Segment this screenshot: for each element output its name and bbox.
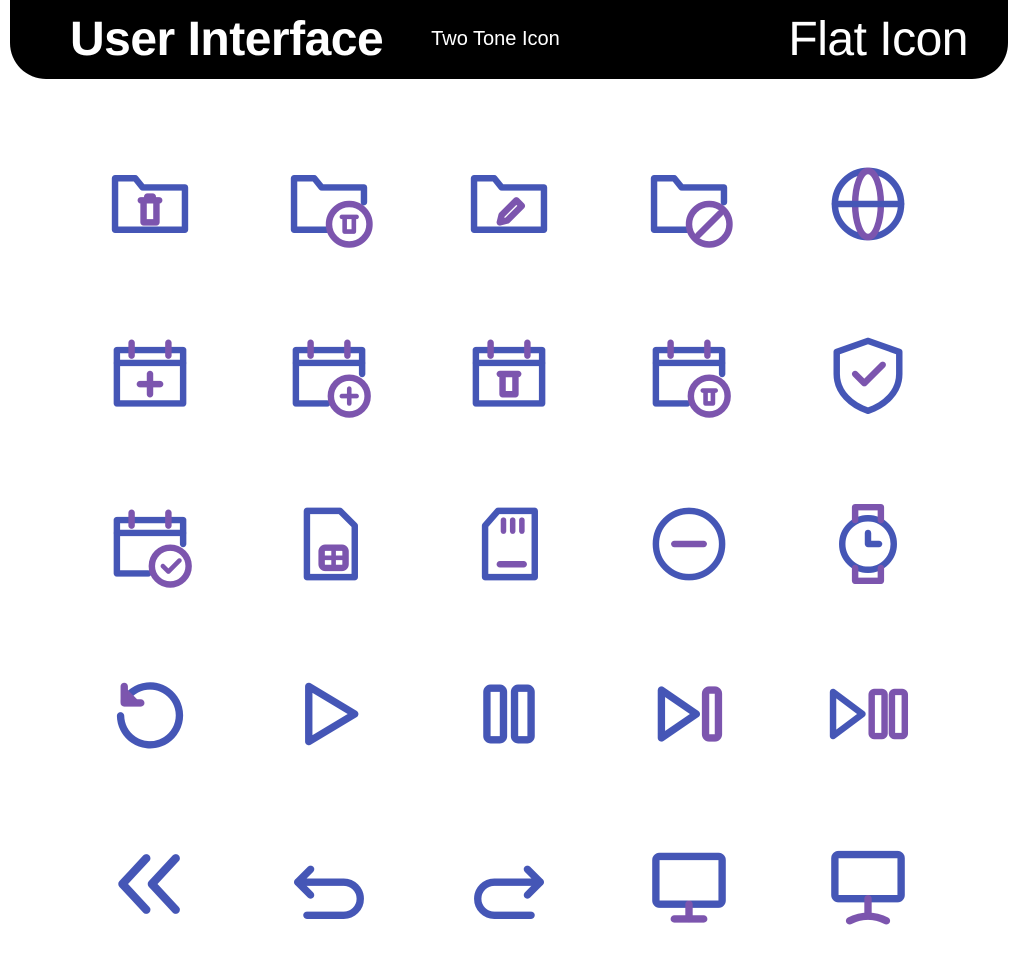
calendar-add-icon <box>104 328 196 420</box>
sim-card-icon <box>283 498 375 590</box>
watch-icon <box>822 498 914 590</box>
globe-icon <box>822 158 914 250</box>
folder-trash-icon <box>104 158 196 250</box>
icon-grid <box>0 79 1018 969</box>
calendar-trash-icon <box>463 328 555 420</box>
pause-icon <box>463 668 555 760</box>
calendar-check-badge-icon <box>104 498 196 590</box>
folder-blocked-icon <box>643 158 735 250</box>
title-sub: Two Tone Icon <box>431 28 560 51</box>
play-pause-icon <box>822 668 914 760</box>
calendar-add-badge-icon <box>283 328 375 420</box>
folder-trash-badge-icon <box>283 158 375 250</box>
reload-ccw-icon <box>104 668 196 760</box>
skip-next-icon <box>643 668 735 760</box>
header-bar: User Interface Two Tone Icon Flat Icon <box>10 0 1008 79</box>
redo-icon <box>463 838 555 930</box>
rewind-double-icon <box>104 838 196 930</box>
title-main: User Interface <box>70 12 383 67</box>
monitor-stand-icon <box>822 838 914 930</box>
sd-card-icon <box>463 498 555 590</box>
play-icon <box>283 668 375 760</box>
minus-circle-icon <box>643 498 735 590</box>
shield-check-icon <box>822 328 914 420</box>
folder-edit-icon <box>463 158 555 250</box>
monitor-icon <box>643 838 735 930</box>
undo-icon <box>283 838 375 930</box>
title-right: Flat Icon <box>788 12 968 67</box>
calendar-trash-badge-icon <box>643 328 735 420</box>
